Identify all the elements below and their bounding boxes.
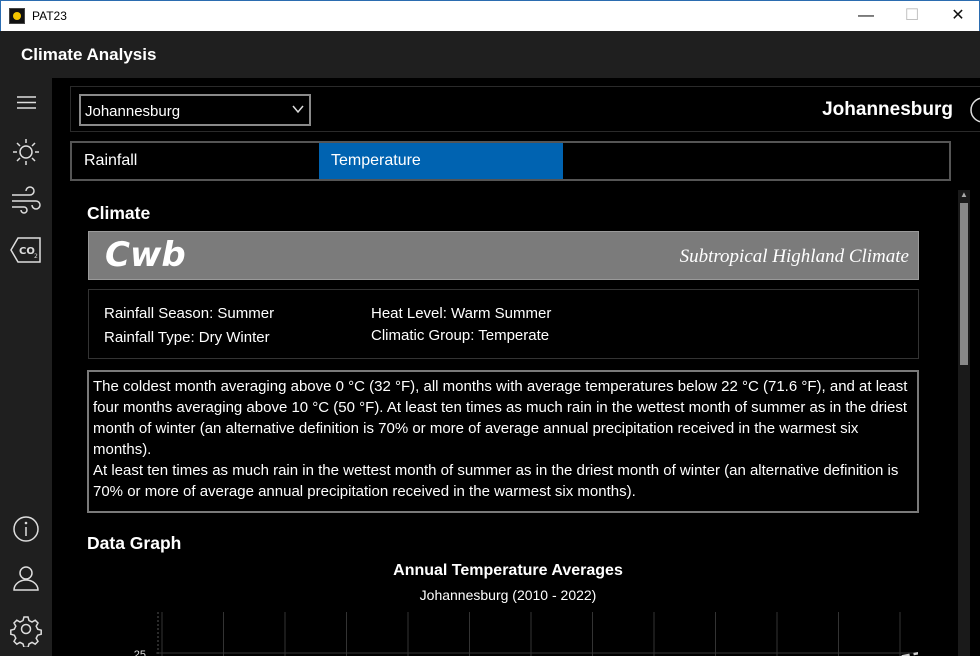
description-paragraph: The coldest month averaging above 0 °C (… [93,378,908,458]
scroll-thumb[interactable] [960,203,968,365]
tab-rainfall[interactable]: Rainfall [72,143,319,179]
maximize-button[interactable]: ☐ [889,1,935,31]
app-title: Climate Analysis [21,45,157,64]
minimize-button[interactable]: — [843,1,889,31]
chart-title: Annual Temperature Averages [393,562,623,579]
temperature-series-line [897,651,918,656]
app-logo-icon [9,8,25,24]
data-graph-section-title: Data Graph [87,533,182,553]
co2-icon[interactable]: CO 2 [8,232,44,268]
city-bar: Johannesburg Johannesburg [70,86,980,132]
window-titlebar: PAT23 — ☐ ✕ [0,0,980,31]
heat-level: Heat Level: Warm Summer [371,305,552,322]
nav-rail: CO 2 [0,78,52,656]
svg-text:2: 2 [34,253,38,260]
koppen-banner: Cwb Subtropical Highland Climate [88,231,919,280]
city-dropdown-value: Johannesburg [85,103,181,120]
close-button[interactable]: ✕ [935,1,980,31]
chart-subtitle: Johannesburg (2010 - 2022) [420,587,597,603]
content-scrollbar[interactable]: ▲ [958,190,970,656]
tab-temperature[interactable]: Temperature [319,143,563,179]
chart-canvas: Annual Temperature Averages Johannesburg … [134,562,918,656]
climate-section-title: Climate [87,203,151,223]
tab-bar: Rainfall Temperature [70,141,951,181]
info-icon[interactable] [8,511,44,547]
gear-icon[interactable] [8,611,44,649]
city-title: Johannesburg [822,99,953,120]
wind-icon[interactable] [8,183,44,219]
user-icon[interactable] [8,560,44,596]
city-info-icon[interactable] [969,96,980,124]
koppen-code: Cwb [105,235,186,275]
koppen-name: Subtropical Highland Climate [679,246,909,267]
climate-properties: Rainfall Season: Summer Rainfall Type: D… [88,289,919,359]
climatic-group: Climatic Group: Temperate [371,327,550,344]
city-dropdown[interactable]: Johannesburg [79,94,311,126]
app-header: Climate Analysis [0,31,980,78]
main-content: Johannesburg Johannesburg Rainfall Tempe… [52,78,980,656]
hamburger-menu-icon[interactable] [8,85,44,121]
window-title: PAT23 [32,9,67,23]
rainfall-season: Rainfall Season: Summer [104,305,275,322]
climate-description: The coldest month averaging above 0 °C (… [87,370,919,513]
description-paragraph: At least ten times as much rain in the w… [93,462,899,500]
rainfall-type: Rainfall Type: Dry Winter [104,329,270,346]
temperature-chart: Annual Temperature Averages Johannesburg … [98,558,918,656]
y-tick-label: 25 [134,649,146,656]
sun-icon[interactable] [8,134,44,170]
svg-text:CO: CO [19,246,35,257]
scroll-up-arrow-icon[interactable]: ▲ [960,190,968,200]
chevron-down-icon [292,105,304,114]
